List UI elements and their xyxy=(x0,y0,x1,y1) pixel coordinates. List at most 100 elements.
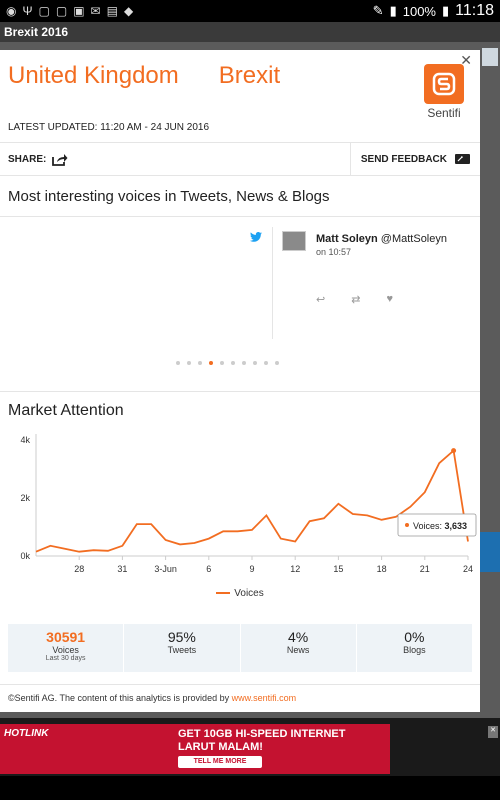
tooltip-marker xyxy=(405,523,409,527)
reply-icon[interactable]: ↩ xyxy=(316,293,325,306)
last-updated: LATEST UPDATED: 11:20 AM - 24 JUN 2016 xyxy=(8,122,210,133)
tweet-author-name: Matt Soleyn xyxy=(316,233,378,245)
battery-icon: ▮ xyxy=(441,3,450,18)
tweet-actions: ↩ ⇄ ♥ xyxy=(316,293,393,306)
tweet-carousel[interactable]: Matt Soleyn @MattSoleyn on 10:57 ↩ ⇄ ♥ xyxy=(0,216,480,392)
footer-text: ©Sentifi AG. The content of this analyti… xyxy=(8,693,230,703)
usb-icon: Ψ xyxy=(22,4,33,18)
logo-text: Sentifi xyxy=(427,106,461,120)
tweet-author[interactable]: Matt Soleyn @MattSoleyn xyxy=(316,233,447,245)
image-icon: ▤ xyxy=(106,4,118,18)
ad-brand: HOTLINK xyxy=(4,728,49,739)
x-tick-label: 3-Jun xyxy=(154,564,177,574)
footer-link[interactable]: www.sentifi.com xyxy=(232,693,297,703)
legend-label: Voices xyxy=(234,588,264,599)
share-icon xyxy=(52,153,68,166)
instagram-icon: ▢ xyxy=(55,4,68,18)
footer: ©Sentifi AG. The content of this analyti… xyxy=(0,684,480,703)
x-tick-label: 31 xyxy=(117,564,127,574)
signal-icon: ▮ xyxy=(389,3,397,18)
voices-line-chart: 0k 2k 4k 28 31 3-Jun 6 9 12 15 18 21 24 Voices: 3,633 xyxy=(20,434,477,574)
ad-cta-button[interactable]: TELL ME MORE xyxy=(178,756,262,768)
carousel-dot[interactable] xyxy=(187,361,191,365)
series-line-voices xyxy=(35,448,469,553)
stat-label: News xyxy=(286,645,310,655)
x-tick-label: 9 xyxy=(249,564,254,574)
market-attention-heading: Market Attention xyxy=(8,402,124,419)
stat-news: 4% News xyxy=(241,624,357,672)
mail-icon: ✉ xyxy=(90,4,101,18)
instagram-icon: ▢ xyxy=(38,4,50,18)
x-tick-label: 24 xyxy=(463,564,473,574)
stat-tweets: 95% Tweets xyxy=(124,624,241,672)
carousel-dot[interactable] xyxy=(220,361,224,365)
carousel-dot[interactable] xyxy=(231,361,235,365)
carousel-dot[interactable] xyxy=(253,361,257,365)
legend-swatch xyxy=(216,592,231,595)
x-tick-label: 21 xyxy=(420,564,430,574)
stats-summary: 30591 Voices Last 30 days 95% Tweets 4% … xyxy=(8,624,472,672)
app-title: Brexit 2016 xyxy=(4,25,69,39)
carousel-dot[interactable] xyxy=(198,361,202,365)
voices-heading: Most interesting voices in Tweets, News … xyxy=(8,188,330,205)
share-bar: SHARE: SEND FEEDBACK xyxy=(0,142,480,176)
ad-headline-line1: GET 10GB HI-SPEED INTERNET xyxy=(178,728,346,740)
analytics-modal: ✕ United Kingdom Brexit Sentifi LATEST U… xyxy=(0,50,480,712)
carousel-dot[interactable] xyxy=(264,361,268,365)
logo-mark xyxy=(424,64,464,104)
stat-blogs: 0% Blogs xyxy=(357,624,472,672)
stat-value: 4% xyxy=(288,629,309,645)
app-icon: ▣ xyxy=(73,4,85,18)
vibrate-icon: ✎ xyxy=(372,3,384,18)
side-tab xyxy=(480,532,500,572)
feedback-icon xyxy=(455,154,470,164)
carousel-dot[interactable] xyxy=(242,361,246,365)
like-icon[interactable]: ♥ xyxy=(386,293,393,306)
stat-sub: Last 30 days xyxy=(45,655,86,662)
stat-value: 95% xyxy=(167,629,196,645)
avatar[interactable] xyxy=(282,231,306,251)
stat-voices: 30591 Voices Last 30 days xyxy=(8,624,125,672)
stat-label: Tweets xyxy=(167,645,197,655)
menu-icon[interactable] xyxy=(482,48,498,66)
y-tick-label: 4k xyxy=(20,435,30,445)
system-nav-bar xyxy=(0,776,500,800)
shield-icon: ◆ xyxy=(123,4,134,18)
send-feedback-button[interactable]: SEND FEEDBACK xyxy=(349,143,480,175)
ad-close-icon[interactable]: ✕ xyxy=(488,726,498,738)
share-button[interactable]: SHARE: xyxy=(0,153,68,166)
modal-title: United Kingdom Brexit xyxy=(8,62,280,90)
stat-value: 0% xyxy=(404,629,425,645)
carousel-dot[interactable] xyxy=(209,361,213,365)
ad-headline: GET 10GB HI-SPEED INTERNET LARUT MALAM! xyxy=(178,728,345,754)
x-tick-label: 15 xyxy=(333,564,343,574)
x-tick-label: 18 xyxy=(377,564,387,574)
stat-label: Voices xyxy=(52,645,79,655)
clock: 11:18 xyxy=(455,2,494,19)
tweet-time: on 10:57 xyxy=(316,247,352,257)
app-title-bar: Brexit 2016 xyxy=(0,22,500,42)
topic-title: Brexit xyxy=(218,62,281,89)
retweet-icon[interactable]: ⇄ xyxy=(351,293,360,306)
carousel-dot[interactable] xyxy=(275,361,279,365)
ad-banner[interactable]: HOTLINK GET 10GB HI-SPEED INTERNET LARUT… xyxy=(0,724,390,774)
carousel-dots xyxy=(176,361,279,365)
twitter-icon xyxy=(250,231,262,245)
country-title: United Kingdom xyxy=(8,62,179,89)
x-tick-label: 28 xyxy=(74,564,84,574)
stat-label: Blogs xyxy=(403,645,426,655)
tweet-author-handle: @MattSoleyn xyxy=(380,233,447,245)
logo-s-icon xyxy=(432,72,456,96)
chart-legend[interactable]: Voices xyxy=(0,588,480,599)
tooltip-value: 3,633 xyxy=(445,521,468,531)
feedback-label: SEND FEEDBACK xyxy=(360,153,447,165)
wifi-icon: ◉ xyxy=(6,4,17,18)
tooltip-label: Voices: 3,633 xyxy=(413,521,467,531)
carousel-dot[interactable] xyxy=(176,361,180,365)
sentifi-logo[interactable]: Sentifi xyxy=(420,64,468,120)
y-tick-label: 0k xyxy=(20,551,30,561)
x-tick-label: 6 xyxy=(206,564,211,574)
stat-value: 30591 xyxy=(46,629,86,645)
status-bar: ◉ Ψ ▢ ▢ ▣ ✉ ▤ ◆ ✎ ▮ 100% ▮ 11:18 xyxy=(0,0,500,22)
ad-headline-line2: LARUT MALAM! xyxy=(178,741,263,753)
